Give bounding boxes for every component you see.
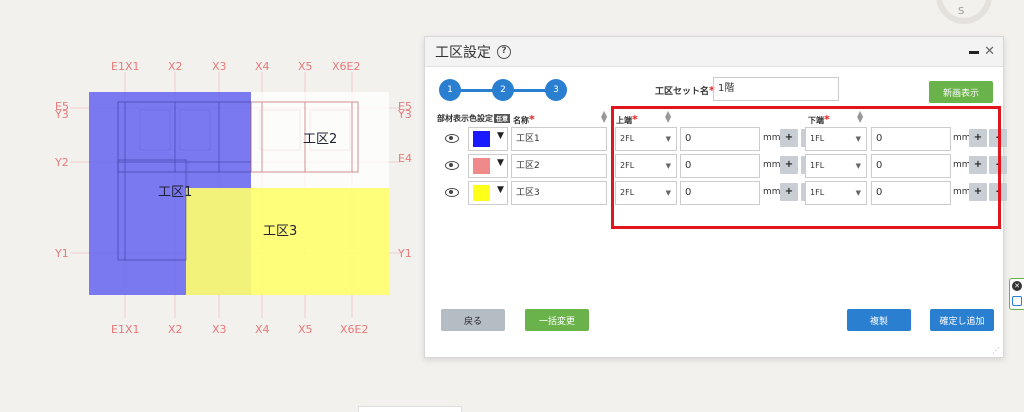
- settings-icon[interactable]: [1012, 296, 1022, 306]
- dialog-title: 工区設定: [435, 44, 491, 61]
- eye-icon[interactable]: [445, 188, 459, 197]
- eye-icon[interactable]: [445, 161, 459, 170]
- axis-bottom-label: E1X1: [111, 323, 140, 336]
- bulk-change-button[interactable]: 一括変更: [525, 309, 589, 331]
- zone-name-input[interactable]: 工区1: [511, 127, 607, 151]
- sort-icon[interactable]: ▲ ▼: [601, 110, 607, 124]
- set-name-label: 工区セット名*: [655, 84, 715, 97]
- axis-top-label: X5: [298, 60, 313, 73]
- copy-button[interactable]: 複製: [847, 309, 911, 331]
- set-name-input[interactable]: 1階: [713, 77, 839, 101]
- axis-right-label: Y1: [398, 247, 412, 260]
- any-badge: 任意: [494, 114, 511, 123]
- axis-bottom-label: X2: [168, 323, 183, 336]
- zone-name-input[interactable]: 工区3: [511, 181, 607, 205]
- zone-2-label: 工区2: [303, 132, 338, 147]
- eye-icon[interactable]: [445, 134, 459, 143]
- back-button[interactable]: 戻る: [441, 309, 505, 331]
- caret-down-icon: ▼: [497, 131, 504, 141]
- caret-down-icon: ▼: [497, 158, 504, 168]
- header-display: 部材表示: [437, 114, 469, 123]
- zone-1-label: 工区1: [158, 185, 193, 200]
- confirm-add-button[interactable]: 確定し追加: [930, 309, 994, 331]
- resize-handle-icon[interactable]: ⋰: [992, 346, 1000, 355]
- color-swatch: [473, 185, 490, 201]
- axis-left-label: Y2: [55, 156, 69, 169]
- close-icon[interactable]: ✕: [984, 44, 995, 59]
- highlight-box: [611, 106, 1001, 229]
- axis-bottom-label: X3: [212, 323, 227, 336]
- axis-top-label: X3: [212, 60, 227, 73]
- color-picker[interactable]: ▼: [468, 127, 508, 151]
- axis-left-label: Y1: [55, 247, 69, 260]
- new-display-button[interactable]: 新画表示: [929, 81, 993, 103]
- axis-right-label: E4: [398, 152, 412, 165]
- zone-name-input[interactable]: 工区2: [511, 154, 607, 178]
- header-color: 色設定 任意: [469, 114, 511, 123]
- header-name: 名称*: [513, 113, 535, 126]
- axis-bottom-label: X5: [298, 323, 313, 336]
- step-1[interactable]: 1: [439, 79, 461, 101]
- compass-letter: S: [958, 6, 965, 17]
- side-widget[interactable]: ✕: [1009, 278, 1024, 310]
- color-picker[interactable]: ▼: [468, 181, 508, 205]
- help-icon[interactable]: ?: [497, 44, 511, 59]
- axis-top-label: X6E2: [332, 60, 361, 73]
- minimize-icon[interactable]: [969, 51, 979, 54]
- axis-right-label: Y3: [398, 108, 412, 121]
- axis-top-label: X2: [168, 60, 183, 73]
- axis-left-label: Y3: [55, 108, 69, 121]
- close-circle-icon[interactable]: ✕: [1012, 281, 1022, 291]
- step-2[interactable]: 2: [492, 79, 514, 101]
- axis-bottom-label: X4: [255, 323, 270, 336]
- zone-3-label: 工区3: [263, 224, 298, 239]
- color-picker[interactable]: ▼: [468, 154, 508, 178]
- color-swatch: [473, 158, 490, 174]
- caret-down-icon: ▼: [497, 185, 504, 195]
- dialog-header[interactable]: 工区設定 ? ✕: [425, 37, 1003, 67]
- bottom-tab[interactable]: [358, 406, 462, 412]
- step-3[interactable]: 3: [545, 79, 567, 101]
- zone-settings-dialog: 工区設定 ? ✕ 1 2 3 工区セット名* 1階 新画表示 部材表示 色設定任…: [424, 36, 1007, 358]
- axis-top-label: E1X1: [111, 60, 140, 73]
- step-indicator: 1 2 3: [439, 79, 567, 101]
- cad-canvas[interactable]: 工区1 工区2 工区3 E1X1 X2 X3 X4 X5 X6E2 E1X1 X…: [0, 0, 424, 412]
- color-swatch: [473, 131, 490, 147]
- axis-top-label: X4: [255, 60, 270, 73]
- axis-bottom-label: X6E2: [340, 323, 369, 336]
